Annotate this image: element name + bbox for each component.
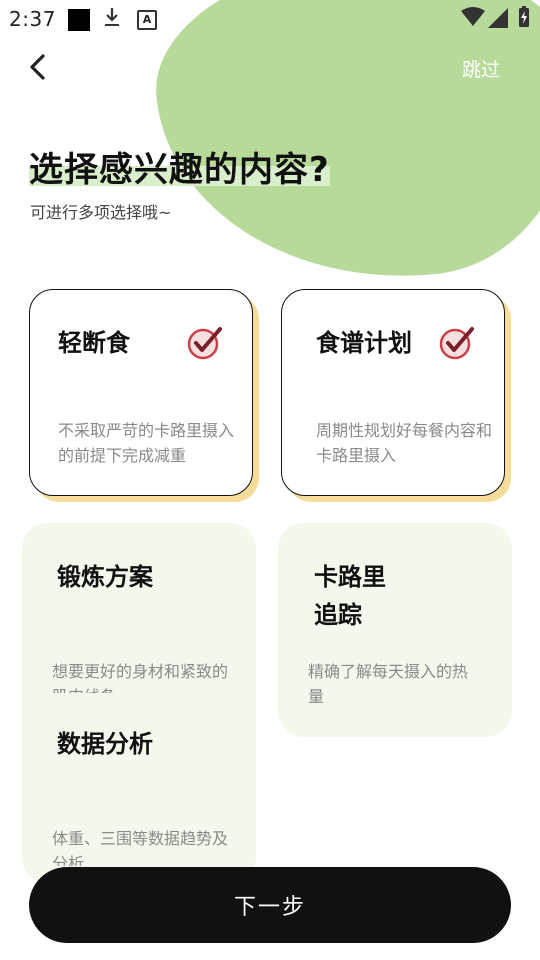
option-card-meal-plan[interactable]: 食谱计划 周期性规划好每餐内容和卡路里摄入 xyxy=(281,289,505,496)
battery-charging-icon xyxy=(518,6,530,28)
chevron-left-icon xyxy=(30,54,45,80)
option-title: 数据分析 xyxy=(57,730,153,758)
page-title-wrap: 选择感兴趣的内容? xyxy=(29,142,330,191)
signal-icon xyxy=(488,8,508,33)
back-button[interactable] xyxy=(22,50,58,86)
option-desc: 想要更好的身材和紧致的肌肉线条 xyxy=(52,662,229,693)
wifi-icon xyxy=(461,6,485,33)
page-subtitle: 可进行多项选择哦~ xyxy=(30,203,172,222)
option-title: 锻炼方案 xyxy=(57,563,153,591)
option-desc: 体重、三围等数据趋势及分析 xyxy=(52,829,229,866)
option-desc: 周期性规划好每餐内容和卡路里摄入 xyxy=(316,421,493,465)
a-icon: A xyxy=(137,10,157,30)
next-step-button[interactable]: 下一步 xyxy=(29,867,511,943)
option-card-workout[interactable]: 锻炼方案 想要更好的身材和紧致的肌肉线条 xyxy=(22,523,256,693)
square-icon xyxy=(68,9,90,31)
option-title: 轻断食 xyxy=(58,329,130,357)
download-icon xyxy=(103,6,121,33)
status-bar: 2:37 A xyxy=(0,0,540,36)
check-icon xyxy=(439,327,474,360)
page-title: 选择感兴趣的内容? xyxy=(29,150,330,190)
option-card-calorie-tracking[interactable]: 卡路里追踪 精确了解每天摄入的热量 xyxy=(278,523,512,737)
option-desc: 精确了解每天摄入的热量 xyxy=(308,662,469,706)
status-time: 2:37 xyxy=(9,7,56,31)
option-title: 食谱计划 xyxy=(316,329,412,357)
option-card-data-analysis[interactable]: 数据分析 体重、三围等数据趋势及分析 xyxy=(22,713,256,883)
option-desc: 不采取严苛的卡路里摄入的前提下完成减重 xyxy=(58,421,234,465)
option-column-left: 锻炼方案 想要更好的身材和紧致的肌肉线条 数据分析 体重、三围等数据趋势及分析 xyxy=(22,523,256,883)
option-card-fasting[interactable]: 轻断食 不采取严苛的卡路里摄入的前提下完成减重 xyxy=(29,289,253,496)
option-title: 卡路里追踪 xyxy=(314,563,386,629)
skip-button[interactable]: 跳过 xyxy=(462,55,500,82)
check-icon xyxy=(187,327,222,360)
